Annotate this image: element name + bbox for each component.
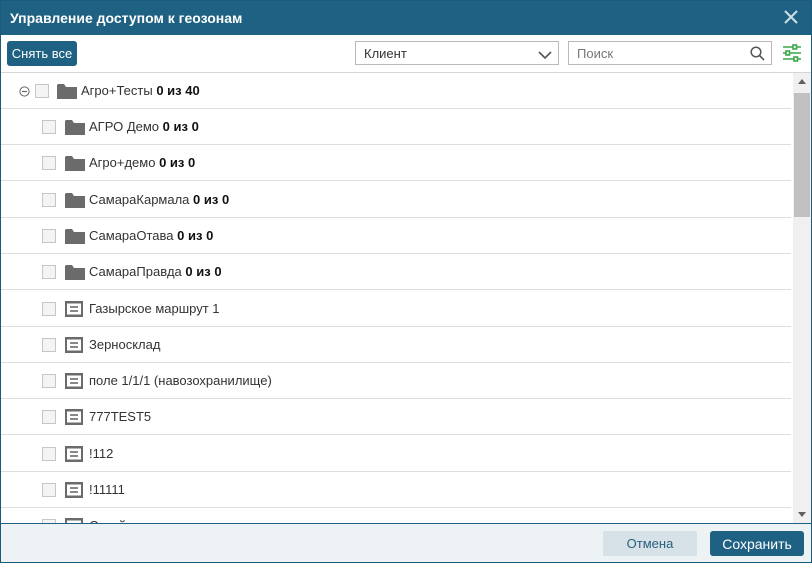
dialog-title: Управление доступом к геозонам <box>10 10 243 26</box>
close-icon[interactable] <box>781 7 801 27</box>
tree-item-label: 777TEST5 <box>89 409 152 425</box>
tree-item-label: АГРО Демо 0 из 0 <box>89 119 199 134</box>
checkbox[interactable] <box>42 374 56 389</box>
folder-icon <box>56 82 78 103</box>
tree-row-geozone[interactable]: Стройцех <box>1 508 791 523</box>
tree-row-folder[interactable]: СамараПравда 0 из 0 <box>1 254 791 291</box>
geozone-access-dialog: Управление доступом к геозонам Снять все… <box>0 0 812 563</box>
geozone-icon <box>64 408 84 429</box>
scroll-down-icon[interactable] <box>798 512 806 517</box>
tree-item-label: !11111 <box>89 482 125 497</box>
checkbox[interactable] <box>42 301 56 316</box>
tree-row-geozone[interactable]: !11111 <box>1 472 791 508</box>
scrollbar-thumb[interactable] <box>794 93 810 217</box>
checkbox[interactable] <box>42 228 56 243</box>
tree-item-label: Агро+демо 0 из 0 <box>89 155 196 171</box>
tree-row-folder[interactable]: АГРО Демо 0 из 0 <box>1 109 791 145</box>
chevron-down-icon <box>538 48 552 63</box>
tree-item-label: Газырское маршрут 1 <box>89 300 220 316</box>
save-button[interactable]: Сохранить <box>710 531 804 556</box>
checkbox[interactable] <box>42 337 56 352</box>
client-select[interactable]: Клиент <box>355 41 559 65</box>
folder-icon <box>64 191 86 212</box>
vertical-scrollbar[interactable] <box>793 73 811 523</box>
scroll-up-icon[interactable] <box>798 79 806 84</box>
tree-row-geozone[interactable]: поле 1/1/1 (навозохранилище) <box>1 363 791 400</box>
tree-row-geozone[interactable]: Газырское маршрут 1 <box>1 291 791 327</box>
checkbox[interactable] <box>42 192 56 207</box>
tree-item-label: СамараПравда 0 из 0 <box>89 264 222 280</box>
tree-item-label: СамараОтава 0 из 0 <box>89 227 214 243</box>
checkbox[interactable] <box>42 265 56 280</box>
tree-item-label: !112 <box>89 445 114 461</box>
deselect-all-button[interactable]: Снять все <box>7 41 77 66</box>
dialog-titlebar: Управление доступом к геозонам <box>1 1 811 35</box>
checkbox[interactable] <box>42 156 56 171</box>
checkbox[interactable] <box>42 120 56 134</box>
tree-row-geozone[interactable]: Зерносклад <box>1 327 791 363</box>
tree-row-folder[interactable]: Агро+демо 0 из 0 <box>1 145 791 182</box>
cancel-button[interactable]: Отмена <box>603 531 697 556</box>
geozone-icon <box>64 481 84 502</box>
folder-icon <box>64 263 86 284</box>
geozone-icon <box>64 336 84 357</box>
tree-root-row[interactable]: Агро+Тесты 0 из 40 <box>1 73 791 109</box>
geozone-icon <box>64 372 84 393</box>
checkbox[interactable] <box>35 84 49 98</box>
tree-row-geozone[interactable]: 777TEST5 <box>1 399 791 436</box>
tree-item-label: Агро+Тесты 0 из 40 <box>81 83 200 98</box>
toolbar: Снять все Клиент <box>1 35 811 73</box>
filter-settings-icon[interactable] <box>782 43 802 66</box>
geozone-tree: Агро+Тесты 0 из 40 АГРО Демо 0 из 0 Агро+… <box>1 73 793 523</box>
checkbox[interactable] <box>42 446 56 461</box>
client-select-value: Клиент <box>364 46 407 61</box>
geozone-icon <box>64 300 84 321</box>
search-input[interactable] <box>569 42 755 64</box>
folder-icon <box>64 154 86 175</box>
dialog-footer: Отмена Сохранить <box>1 523 811 562</box>
tree-row-folder[interactable]: СамараКармала 0 из 0 <box>1 182 791 218</box>
tree-item-label: Зерносклад <box>89 336 161 352</box>
checkbox[interactable] <box>42 410 56 425</box>
tree-item-label: поле 1/1/1 (навозохранилище) <box>89 373 272 389</box>
folder-icon <box>64 227 86 248</box>
search-box <box>568 41 772 65</box>
tree-item-label: СамараКармала 0 из 0 <box>89 191 230 207</box>
folder-icon <box>64 118 86 139</box>
collapse-icon[interactable] <box>19 85 30 100</box>
tree-row-geozone[interactable]: !112 <box>1 436 791 472</box>
search-icon[interactable] <box>750 46 765 64</box>
checkbox[interactable] <box>42 483 56 497</box>
geozone-icon <box>64 445 84 466</box>
tree-row-folder[interactable]: СамараОтава 0 из 0 <box>1 218 791 254</box>
